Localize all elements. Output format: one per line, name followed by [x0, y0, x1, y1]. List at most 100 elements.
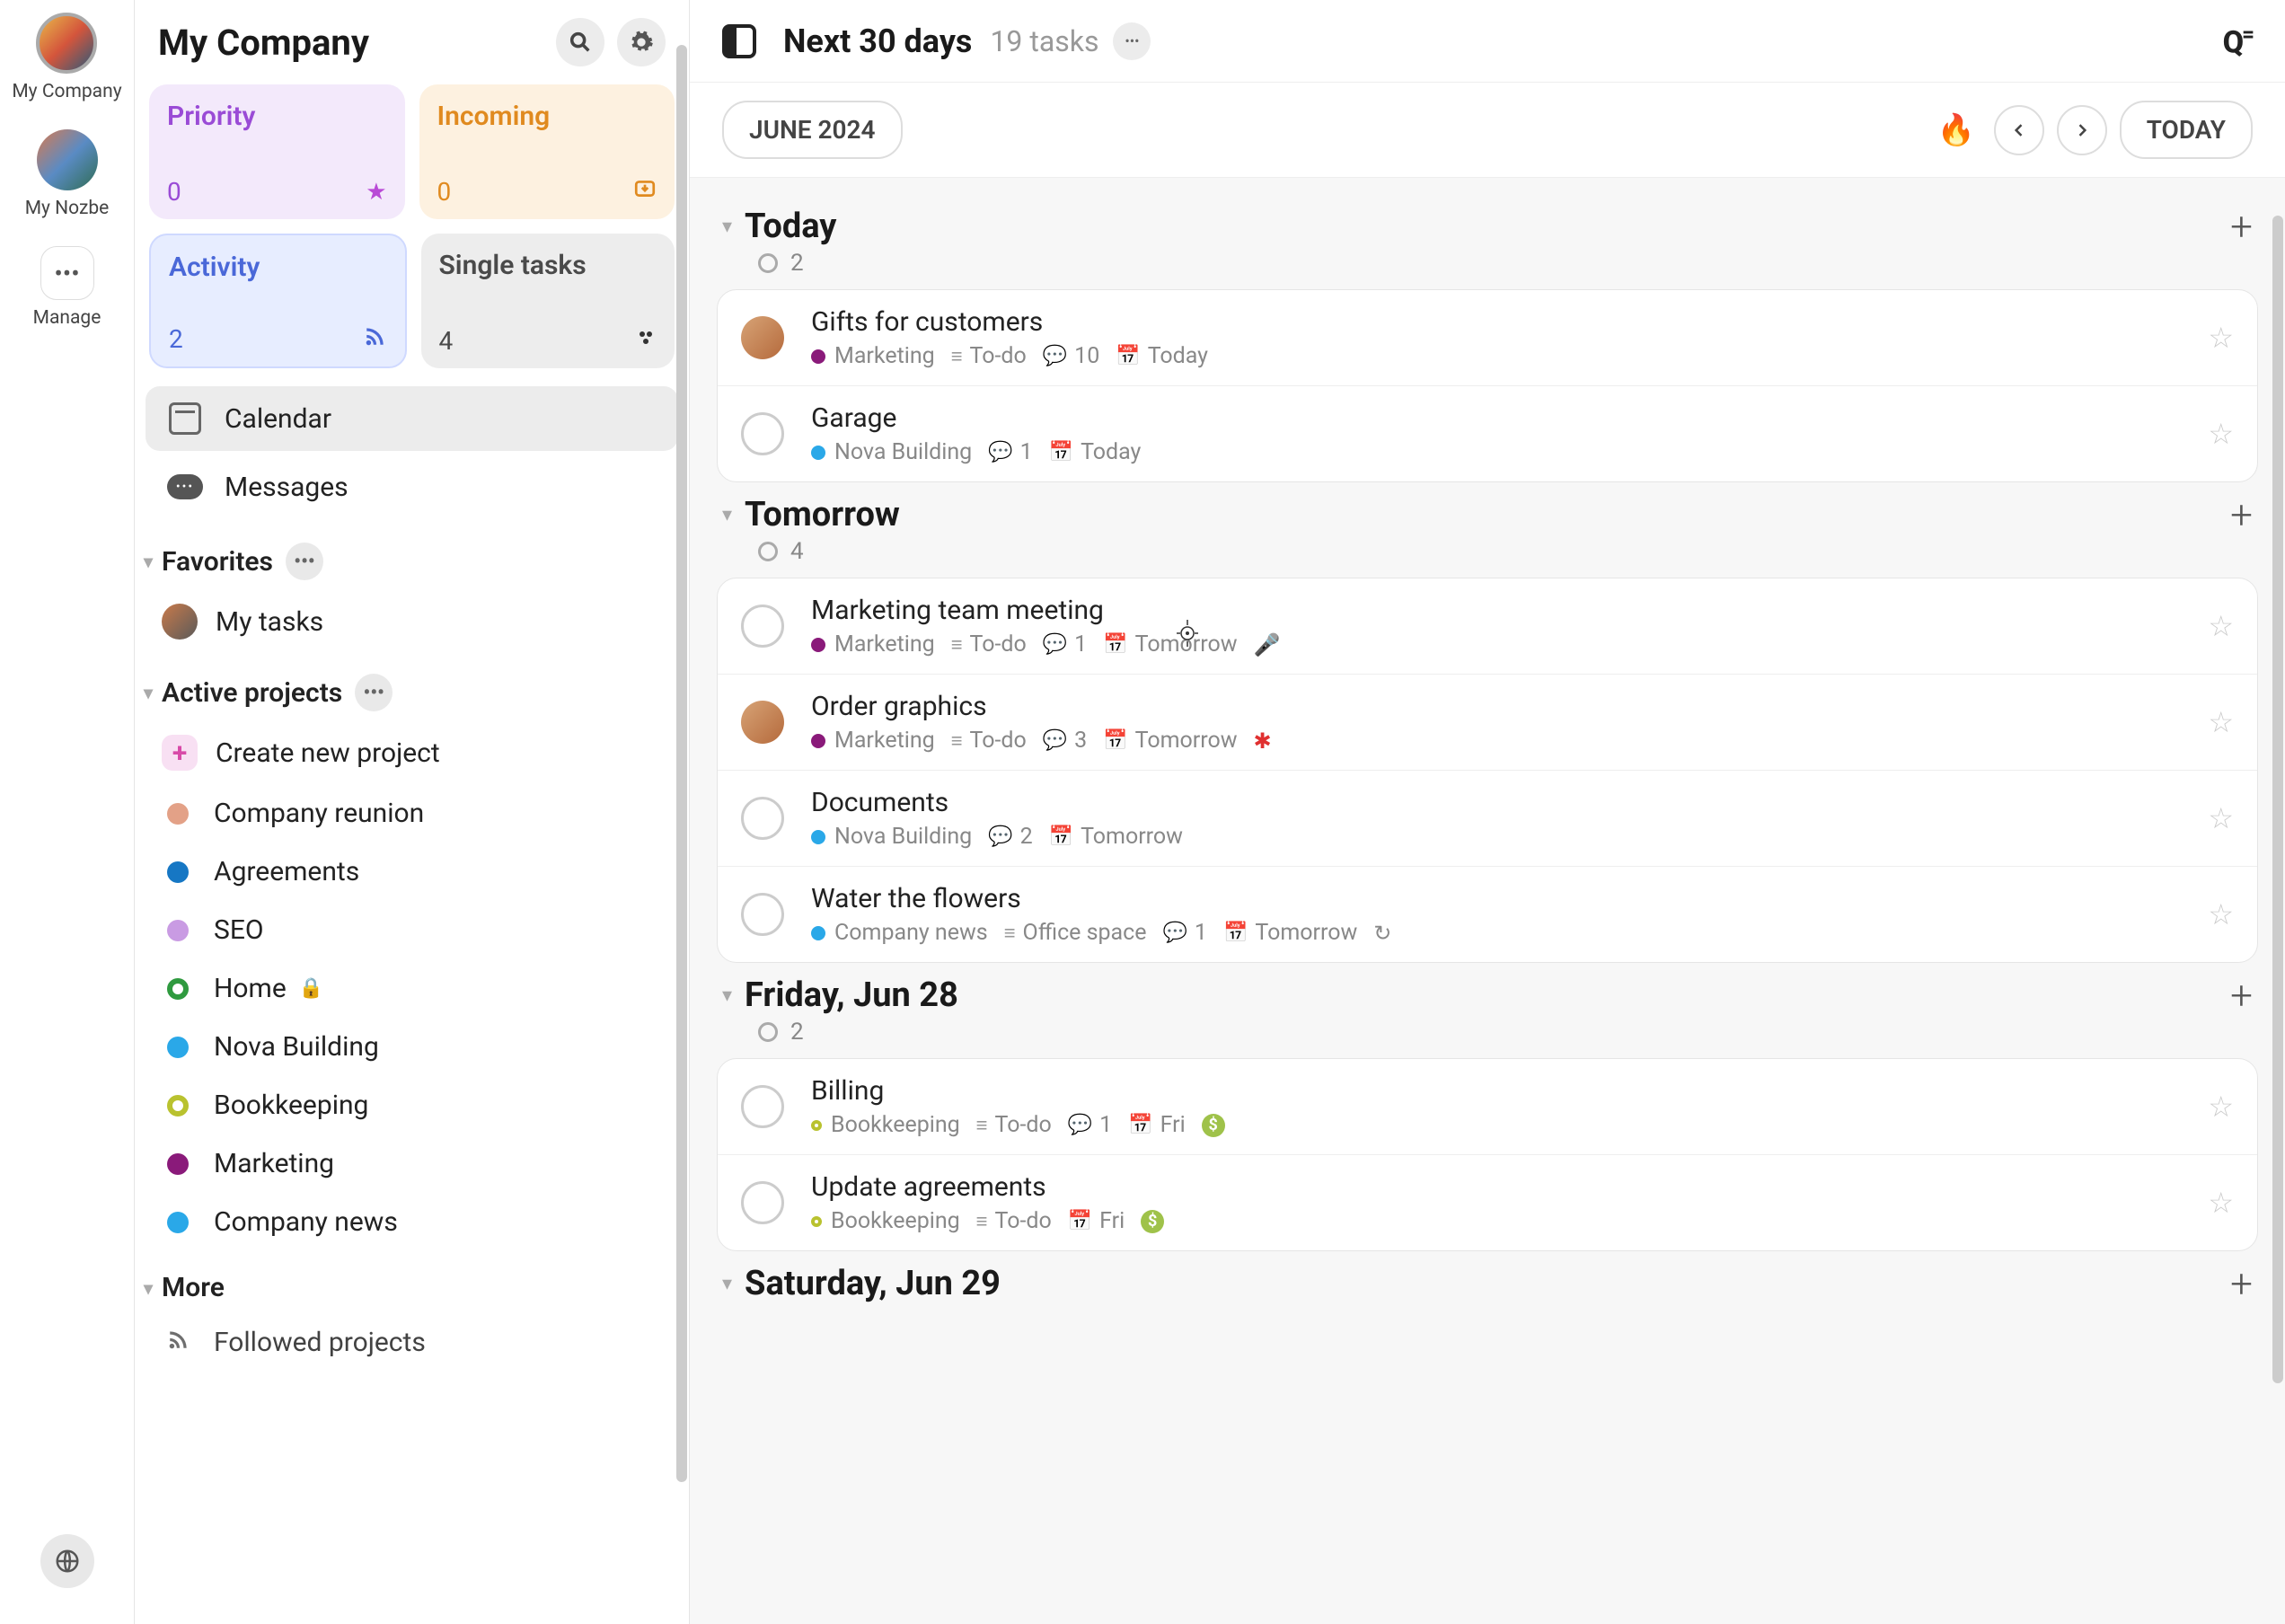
- task-comments[interactable]: 💬1: [988, 439, 1032, 465]
- nav-calendar[interactable]: Calendar: [146, 386, 678, 451]
- complete-checkbox[interactable]: [741, 797, 784, 840]
- task-project[interactable]: Marketing: [811, 631, 935, 658]
- project-item[interactable]: Nova Building: [146, 1019, 678, 1075]
- complete-checkbox[interactable]: [741, 412, 784, 455]
- task-date[interactable]: 📅Tomorrow: [1223, 920, 1357, 946]
- project-item[interactable]: SEO: [146, 902, 678, 958]
- section-more[interactable]: ▾ More: [135, 1252, 689, 1312]
- task-list-name[interactable]: ≡To-do: [951, 631, 1027, 658]
- complete-checkbox[interactable]: [741, 893, 784, 936]
- section-favorites[interactable]: ▾ Favorites •••: [135, 523, 689, 589]
- star-button[interactable]: ☆: [2208, 897, 2234, 931]
- task-list-name[interactable]: ≡To-do: [951, 728, 1027, 754]
- caret-down-icon[interactable]: ▾: [722, 1273, 732, 1295]
- tile-activity[interactable]: Activity 2: [149, 234, 407, 368]
- next-button[interactable]: [2057, 105, 2107, 155]
- task-row[interactable]: DocumentsNova Building💬2📅Tomorrow☆: [718, 771, 2257, 867]
- sidebar-scrollbar[interactable]: [675, 0, 689, 1624]
- task-list-name[interactable]: ≡To-do: [951, 343, 1027, 369]
- task-comments[interactable]: 💬1: [1163, 920, 1207, 946]
- star-button[interactable]: ☆: [2208, 321, 2234, 355]
- favorite-my-tasks[interactable]: My tasks: [146, 591, 678, 652]
- followed-projects[interactable]: Followed projects: [146, 1314, 678, 1371]
- prev-button[interactable]: [1994, 105, 2044, 155]
- add-task-button[interactable]: +: [2230, 975, 2253, 1015]
- task-date[interactable]: 📅Tomorrow: [1103, 728, 1237, 754]
- project-item[interactable]: Home🔒: [146, 960, 678, 1017]
- today-button[interactable]: TODAY: [2120, 101, 2253, 159]
- month-button[interactable]: JUNE 2024: [722, 101, 903, 159]
- task-project[interactable]: Marketing: [811, 343, 935, 369]
- task-row[interactable]: GarageNova Building💬1📅Today☆: [718, 386, 2257, 481]
- task-list-name[interactable]: ≡Office space: [1004, 920, 1147, 946]
- complete-checkbox[interactable]: [741, 1085, 784, 1128]
- star-button[interactable]: ☆: [2208, 417, 2234, 451]
- search-button[interactable]: [556, 18, 604, 66]
- task-comments[interactable]: 💬1: [1043, 631, 1087, 658]
- section-active-projects[interactable]: ▾ Active projects •••: [135, 654, 689, 720]
- task-list-name[interactable]: ≡To-do: [976, 1112, 1052, 1138]
- inbox-icon: [633, 177, 657, 207]
- task-date[interactable]: 📅Tomorrow: [1103, 631, 1237, 658]
- assignee-avatar[interactable]: [741, 316, 784, 359]
- project-item[interactable]: Company news: [146, 1194, 678, 1250]
- task-row[interactable]: Gifts for customersMarketing≡To-do💬10📅To…: [718, 290, 2257, 386]
- project-item[interactable]: Company reunion: [146, 785, 678, 842]
- globe-icon[interactable]: [40, 1534, 94, 1588]
- settings-button[interactable]: [617, 18, 666, 66]
- fire-icon[interactable]: 🔥: [1931, 105, 1981, 155]
- project-item[interactable]: Marketing: [146, 1135, 678, 1192]
- tile-incoming[interactable]: Incoming 0: [419, 84, 675, 219]
- task-comments[interactable]: 💬1: [1068, 1112, 1112, 1138]
- task-row[interactable]: BillingBookkeeping≡To-do💬1📅Fri$☆: [718, 1059, 2257, 1155]
- task-list-name[interactable]: ≡To-do: [976, 1208, 1052, 1234]
- task-project[interactable]: Marketing: [811, 728, 935, 754]
- panel-toggle-icon[interactable]: [722, 24, 756, 58]
- task-comments[interactable]: 💬3: [1043, 728, 1087, 754]
- task-project[interactable]: Nova Building: [811, 439, 972, 465]
- add-task-button[interactable]: +: [2230, 495, 2253, 534]
- star-button[interactable]: ☆: [2208, 609, 2234, 643]
- task-project[interactable]: Nova Building: [811, 824, 972, 850]
- assignee-avatar[interactable]: [741, 701, 784, 744]
- task-date[interactable]: 📅Today: [1049, 439, 1142, 465]
- task-comments[interactable]: 💬2: [988, 824, 1032, 850]
- task-row[interactable]: Marketing team meetingMarketing≡To-do💬1📅…: [718, 578, 2257, 675]
- task-comments[interactable]: 💬10: [1043, 343, 1100, 369]
- task-date[interactable]: 📅Tomorrow: [1049, 824, 1183, 850]
- workspace-my-nozbe[interactable]: My Nozbe: [25, 129, 110, 219]
- task-project[interactable]: Bookkeeping: [811, 1112, 960, 1138]
- caret-down-icon[interactable]: ▾: [722, 216, 732, 238]
- main-scrollbar[interactable]: [2271, 0, 2285, 1624]
- workspace-my-company[interactable]: My Company: [12, 13, 121, 102]
- task-project[interactable]: Bookkeeping: [811, 1208, 960, 1234]
- nav-messages[interactable]: ••• Messages: [146, 455, 678, 519]
- complete-checkbox[interactable]: [741, 1181, 784, 1224]
- filter-icon[interactable]: Q=: [2223, 22, 2253, 60]
- tile-single-tasks[interactable]: Single tasks 4: [421, 234, 675, 368]
- workspace-manage[interactable]: ••• Manage: [33, 246, 101, 329]
- task-row[interactable]: Water the flowersCompany news≡Office spa…: [718, 867, 2257, 962]
- section-more-button[interactable]: •••: [355, 674, 393, 711]
- add-task-button[interactable]: +: [2230, 207, 2253, 246]
- task-date[interactable]: 📅Fri: [1128, 1112, 1185, 1138]
- project-item[interactable]: Bookkeeping: [146, 1077, 678, 1134]
- task-row[interactable]: Order graphicsMarketing≡To-do💬3📅Tomorrow…: [718, 675, 2257, 771]
- task-date[interactable]: 📅Fri: [1068, 1208, 1125, 1234]
- task-project[interactable]: Company news: [811, 920, 988, 946]
- caret-down-icon[interactable]: ▾: [722, 504, 732, 526]
- task-row[interactable]: Update agreementsBookkeeping≡To-do📅Fri$☆: [718, 1155, 2257, 1250]
- caret-down-icon[interactable]: ▾: [722, 984, 732, 1007]
- add-task-button[interactable]: +: [2230, 1264, 2253, 1303]
- star-button[interactable]: ☆: [2208, 1090, 2234, 1124]
- section-more-button[interactable]: •••: [286, 543, 323, 580]
- star-button[interactable]: ☆: [2208, 705, 2234, 739]
- star-button[interactable]: ☆: [2208, 801, 2234, 835]
- create-project-button[interactable]: + Create new project: [146, 722, 678, 783]
- project-item[interactable]: Agreements: [146, 843, 678, 900]
- tile-priority[interactable]: Priority 0 ★: [149, 84, 405, 219]
- view-more-button[interactable]: •••: [1113, 22, 1151, 60]
- task-date[interactable]: 📅Today: [1116, 343, 1208, 369]
- star-button[interactable]: ☆: [2208, 1186, 2234, 1220]
- complete-checkbox[interactable]: [741, 605, 784, 648]
